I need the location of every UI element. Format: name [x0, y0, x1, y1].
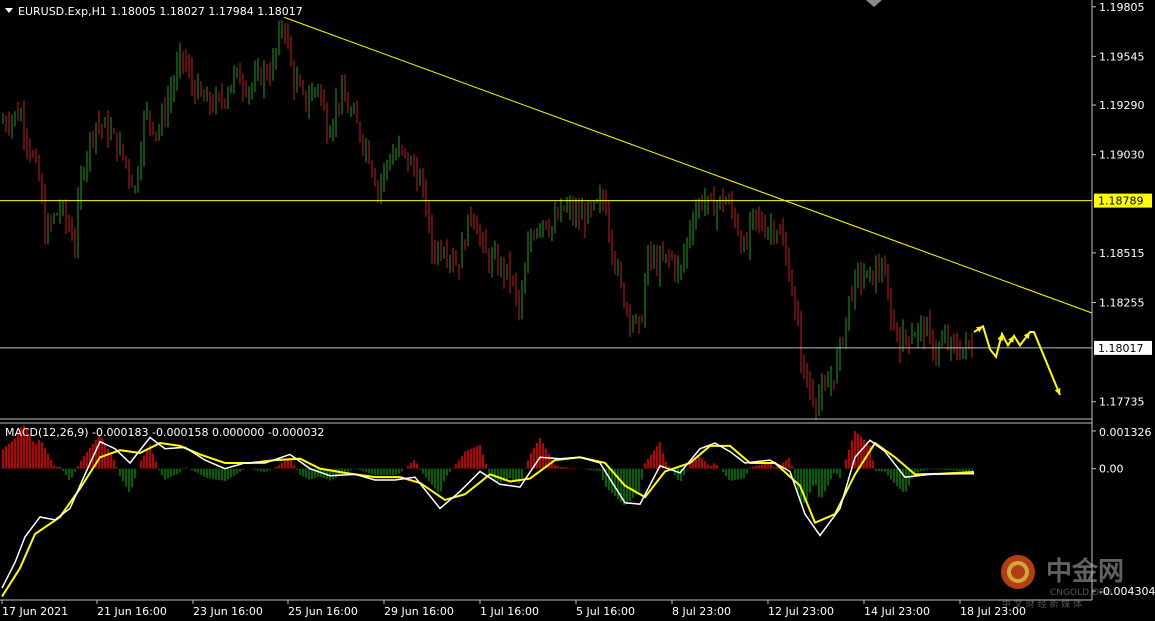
- price-tick-label: 1.19290: [1099, 99, 1145, 112]
- price-tick-label: 1.19805: [1099, 1, 1145, 14]
- time-tick-label: 8 Jul 23:00: [672, 605, 731, 618]
- watermark-logo-icon: [1001, 555, 1035, 589]
- macd-tick-label: 0.00: [1099, 463, 1124, 476]
- time-tick-label: 21 Jun 16:00: [97, 605, 167, 618]
- price-tick-label: 1.19545: [1099, 50, 1145, 63]
- price-tick-label: 1.18255: [1099, 296, 1145, 309]
- time-tick-label: 1 Jul 16:00: [480, 605, 539, 618]
- price-tick-label: 1.19030: [1099, 149, 1145, 162]
- watermark-en: CNGOLD.ORG: [1050, 588, 1112, 598]
- time-tick-label: 25 Jun 16:00: [288, 605, 358, 618]
- time-tick-label: 29 Jun 16:00: [384, 605, 454, 618]
- macd-tick-label: 0.001326: [1099, 426, 1152, 439]
- watermark-cn: 中金网: [1046, 556, 1124, 587]
- price-line-label: 1.18017: [1098, 342, 1144, 355]
- time-tick-label: 17 Jun 2021: [2, 605, 68, 618]
- time-tick-label: 23 Jun 16:00: [193, 605, 263, 618]
- price-tick-label: 1.17735: [1099, 396, 1145, 409]
- time-tick-label: 14 Jul 23:00: [864, 605, 930, 618]
- time-tick-label: 12 Jul 23:00: [768, 605, 834, 618]
- price-chart-title: EURUSD.Exp,H1 1.18005 1.18027 1.17984 1.…: [18, 5, 303, 18]
- chart-background: [0, 0, 1155, 621]
- price-tick-label: 1.18515: [1099, 247, 1145, 260]
- macd-title: MACD(12,26,9) -0.000183 -0.000158 0.0000…: [5, 426, 324, 439]
- chart-canvas[interactable]: 1.18789 1.18017 1.19805 1.19545 1.19290 1.19…: [0, 0, 1155, 621]
- watermark-sub: 中 文 财 经 新 媒 体: [1002, 598, 1082, 610]
- time-tick-label: 5 Jul 16:00: [576, 605, 635, 618]
- price-line-label: 1.18789: [1098, 195, 1144, 208]
